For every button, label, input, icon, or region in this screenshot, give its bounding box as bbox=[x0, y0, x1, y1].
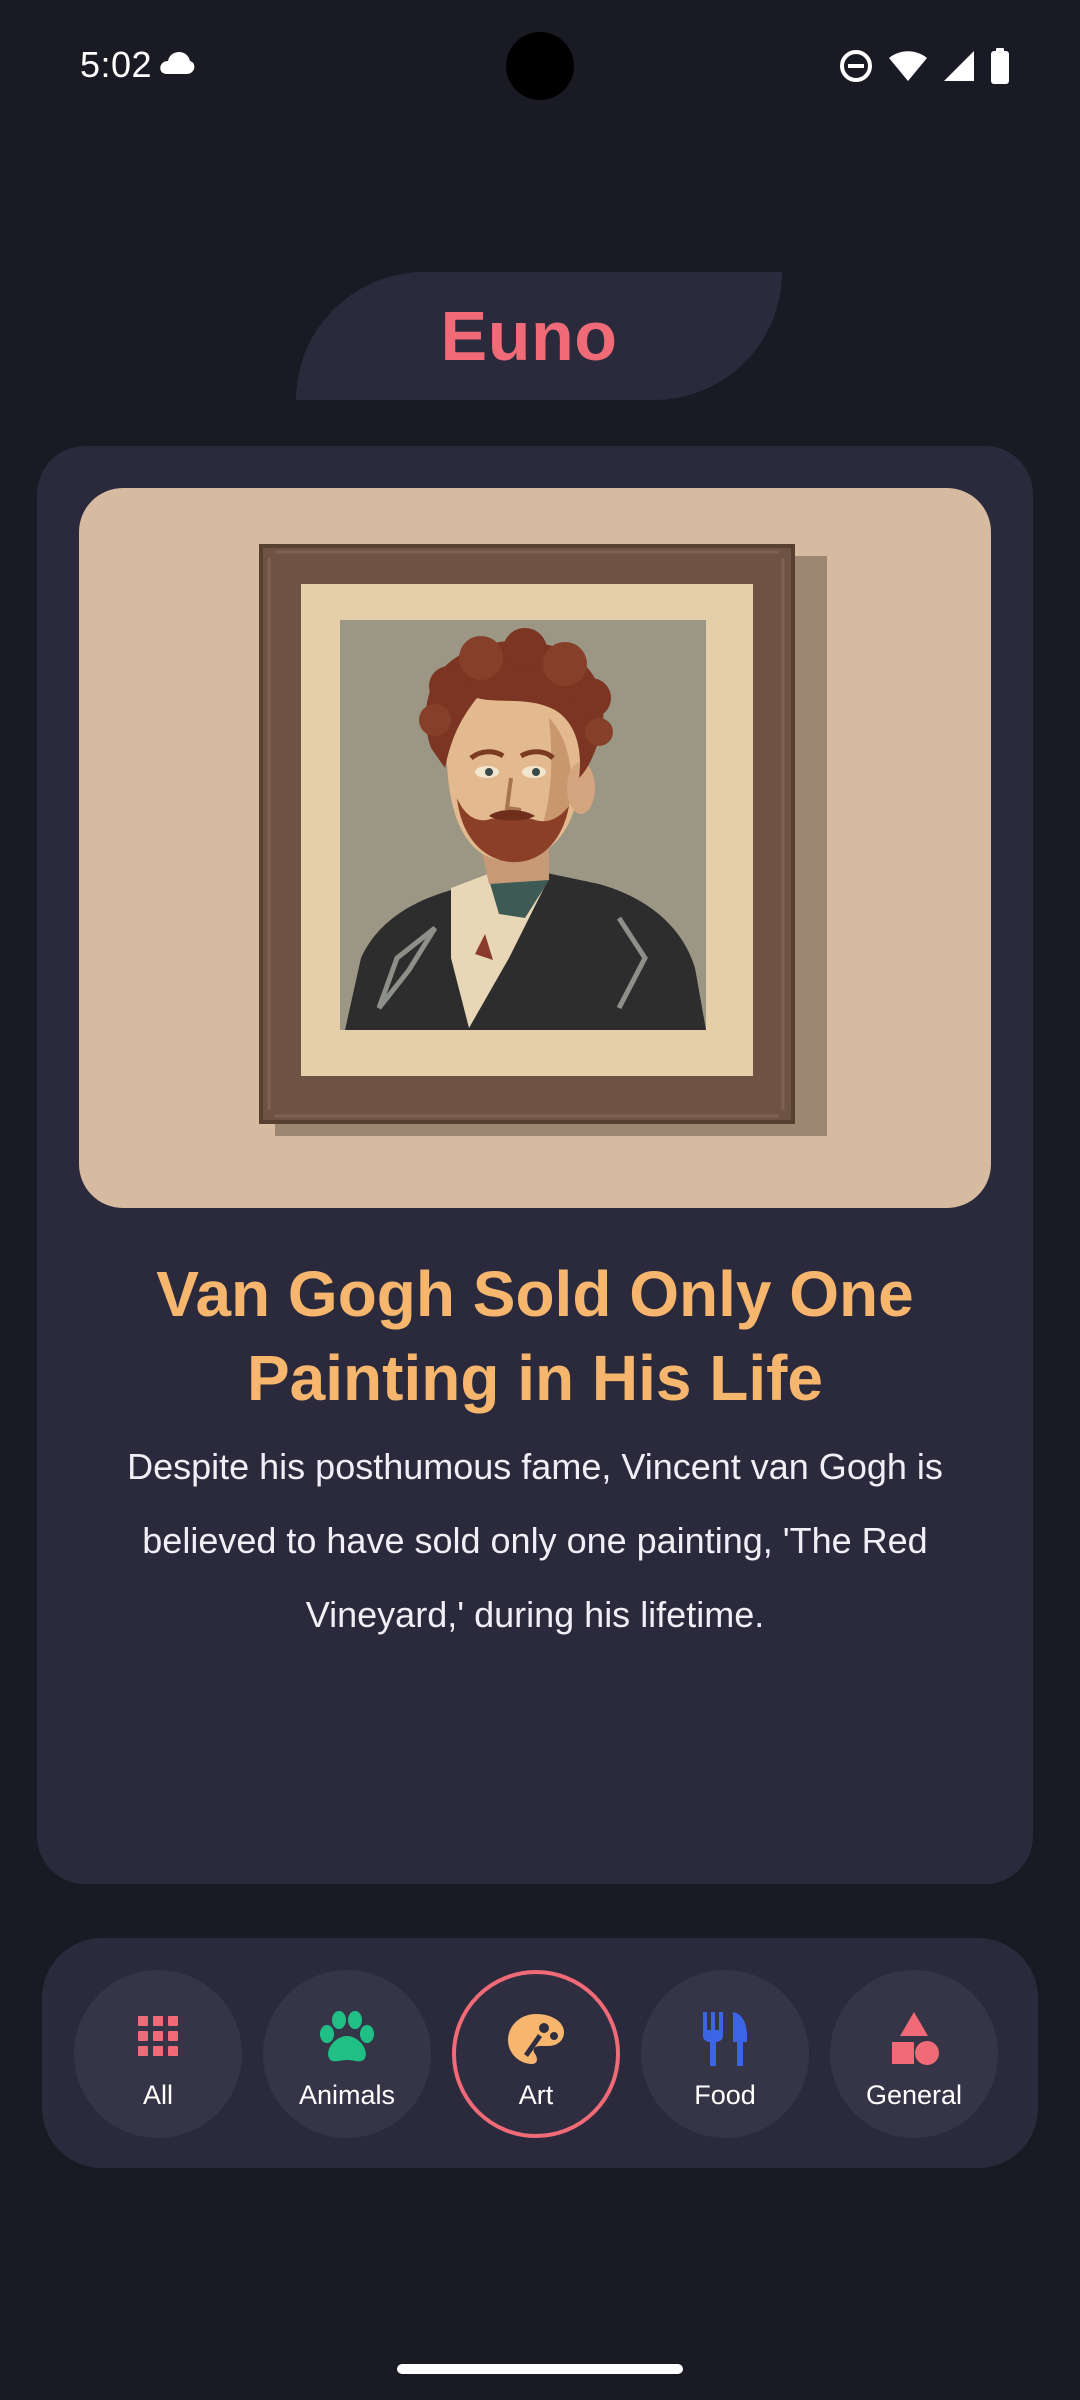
category-label: General bbox=[865, 2080, 963, 2110]
do-not-disturb-icon bbox=[838, 48, 874, 89]
category-art-button[interactable]: Art bbox=[452, 1970, 620, 2138]
app-header: Euno bbox=[296, 272, 782, 400]
home-indicator[interactable] bbox=[397, 2364, 683, 2374]
paw-icon bbox=[315, 2008, 379, 2072]
status-bar: 5:02 bbox=[0, 0, 1080, 136]
cell-signal-icon bbox=[942, 49, 976, 88]
fact-title: Van Gogh Sold Only One Painting in His L… bbox=[156, 1258, 914, 1414]
grid-icon bbox=[126, 2008, 190, 2072]
cloud-icon bbox=[158, 50, 196, 81]
framed-portrait-illustration bbox=[259, 544, 827, 1136]
fact-image bbox=[79, 488, 991, 1208]
palette-icon bbox=[504, 2008, 568, 2072]
app-title: Euno bbox=[440, 297, 618, 375]
category-all-button[interactable]: All bbox=[74, 1970, 242, 2138]
shapes-icon bbox=[882, 2008, 946, 2072]
category-label: Food bbox=[694, 2080, 756, 2110]
category-label: Animals bbox=[298, 2080, 396, 2110]
category-label: Art bbox=[518, 2080, 554, 2110]
status-icons bbox=[838, 48, 1010, 89]
utensils-icon bbox=[693, 2008, 757, 2072]
category-general-button[interactable]: General bbox=[830, 1970, 998, 2138]
category-label: All bbox=[142, 2080, 173, 2110]
status-time: 5:02 bbox=[80, 44, 153, 85]
wifi-icon bbox=[888, 50, 928, 87]
fact-card: Van Gogh Sold Only One Painting in His L… bbox=[37, 446, 1033, 1884]
battery-icon bbox=[990, 48, 1010, 89]
camera-cutout bbox=[506, 32, 574, 100]
category-food-button[interactable]: Food bbox=[641, 1970, 809, 2138]
fact-body: Despite his posthumous fame, Vincent van… bbox=[127, 1446, 943, 1635]
category-animals-button[interactable]: Animals bbox=[263, 1970, 431, 2138]
category-bar: All Animals Art Food General bbox=[42, 1938, 1038, 2168]
